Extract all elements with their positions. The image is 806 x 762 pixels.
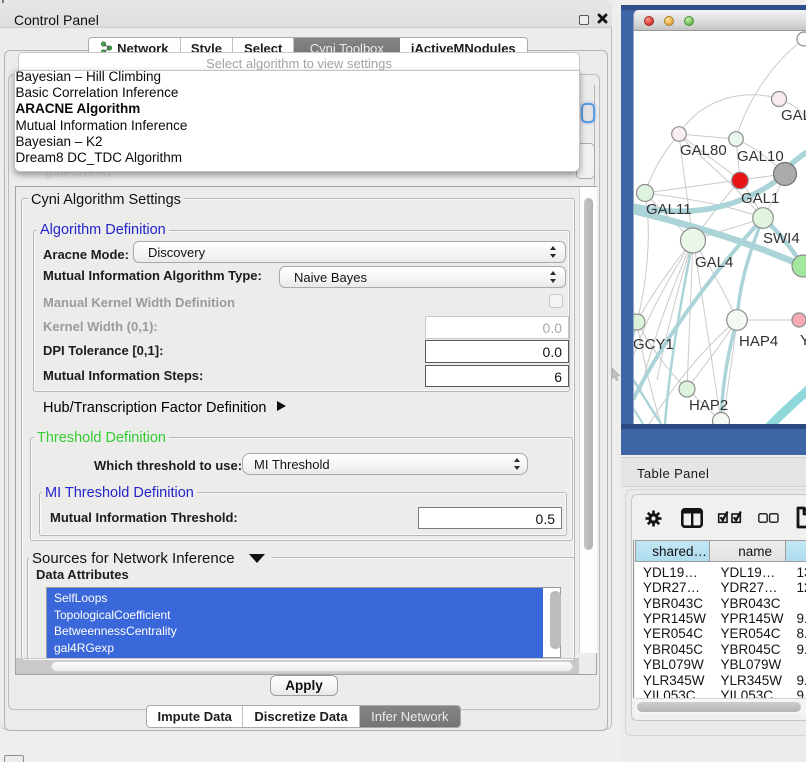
svg-text:GAL1: GAL1 (741, 190, 779, 207)
svg-text:GAL10: GAL10 (737, 148, 784, 165)
svg-text:Y: Y (800, 332, 806, 349)
svg-text:GCY1: GCY1 (634, 336, 674, 353)
svg-text:GAL80: GAL80 (680, 142, 727, 159)
svg-text:GAL2: GAL2 (781, 107, 806, 124)
svg-text:GAL11: GAL11 (646, 201, 692, 218)
svg-text:HAP4: HAP4 (739, 333, 778, 350)
svg-text:HAP2: HAP2 (689, 397, 728, 414)
svg-text:SWI4: SWI4 (763, 230, 800, 247)
svg-text:GAL4: GAL4 (695, 254, 733, 271)
